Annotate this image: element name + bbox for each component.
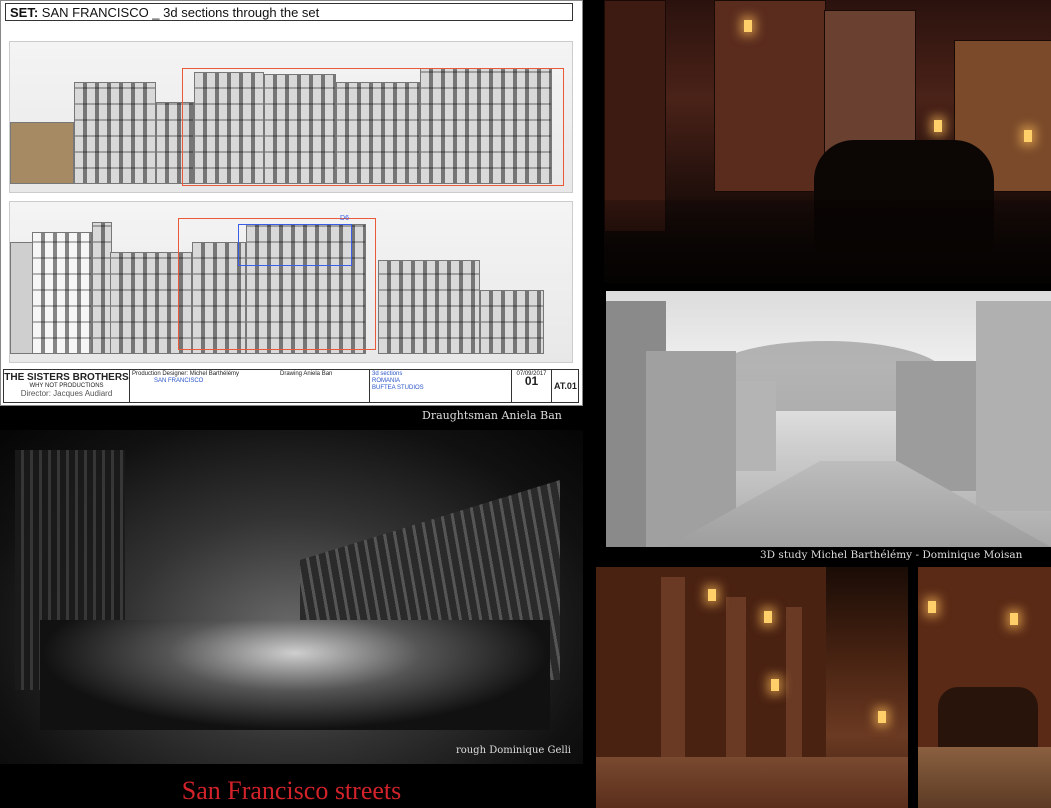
crowd-silhouette [604, 200, 1051, 283]
page-number: 01 [524, 374, 539, 388]
rough-caption: rough Dominique Gelli [455, 745, 571, 756]
building-photo [604, 0, 666, 232]
building-elevation [10, 122, 74, 184]
production-title: THE SISTERS BROTHERS [4, 372, 129, 383]
lamp-light [928, 601, 936, 613]
sheet-title-prefix: SET: [10, 5, 39, 20]
sketch-crowd [40, 620, 550, 730]
cobblestone-street [918, 747, 1051, 808]
column [726, 597, 746, 767]
lamp-light [764, 611, 772, 623]
rough-sketch: rough Dominique Gelli [0, 430, 583, 764]
3d-study-render [606, 291, 1051, 547]
subject-label: 3d sections [372, 371, 403, 377]
building-elevation [32, 232, 92, 354]
lamp-light [771, 679, 779, 691]
lamp-light [708, 589, 716, 601]
building-elevation [92, 222, 112, 354]
lamp-light [934, 120, 942, 132]
studio-label: BUFTEA STUDIOS [372, 385, 424, 391]
lamp-light [878, 711, 886, 723]
cobblestone-street [596, 757, 908, 808]
building-render [976, 301, 1051, 511]
lamp-light [1010, 613, 1018, 625]
building-render [736, 381, 776, 471]
study-caption: 3D study Michel Barthélémy - Dominique M… [760, 549, 1023, 561]
portico-street-photo [596, 567, 908, 808]
drawing-credit: Drawing Aniela Ban [280, 371, 333, 377]
restaurant-street-photo [918, 567, 1051, 808]
building-photo [714, 0, 826, 192]
building-elevation [74, 82, 156, 184]
street-elevation-lower: D6 [9, 201, 573, 363]
drawing-code: AT.01 [554, 381, 577, 391]
director-credit: Director: Jacques Audiard [20, 389, 113, 398]
elevation-drawing-sheet: SET: SAN FRANCISCO _ 3d sections through… [0, 0, 583, 406]
drawing-title-block: THE SISTERS BROTHERS WHY NOT PRODUCTIONS… [3, 369, 579, 403]
page-title: San Francisco streets [181, 776, 402, 805]
country-label: ROMANIA [372, 378, 401, 384]
title-block-designer: Production Designer: Michel Barthélémy D… [130, 370, 370, 402]
building-elevation [480, 290, 544, 354]
sheet-title-text: SAN FRANCISCO _ 3d sections through the … [41, 5, 320, 20]
draughtsman-caption: Draughtsman Aniela Ban [422, 409, 562, 422]
set-label: SAN FRANCISCO [154, 378, 204, 384]
column [661, 577, 685, 767]
sheet-title: SET: SAN FRANCISCO _ 3d sections through… [5, 3, 573, 21]
building-elevation [10, 242, 34, 354]
lamp-light [1024, 130, 1032, 142]
title-block-date: 07/09/2017 01 [512, 370, 552, 402]
section-outline-blue: D6 [238, 215, 352, 266]
column [786, 607, 802, 767]
lamp-light [744, 20, 752, 32]
title-block-subject: 3d sections ROMANIA BUFTEA STUDIOS [370, 370, 512, 402]
building-elevation [378, 260, 480, 354]
production-credit: THE SISTERS BROTHERS WHY NOT PRODUCTIONS… [4, 370, 130, 402]
box-marker: D6 [340, 215, 349, 222]
street-elevation-upper [9, 41, 573, 193]
night-street-photo [604, 0, 1051, 283]
section-outline-red [182, 68, 564, 186]
designer-credit: Production Designer: Michel Barthélémy [132, 371, 240, 377]
